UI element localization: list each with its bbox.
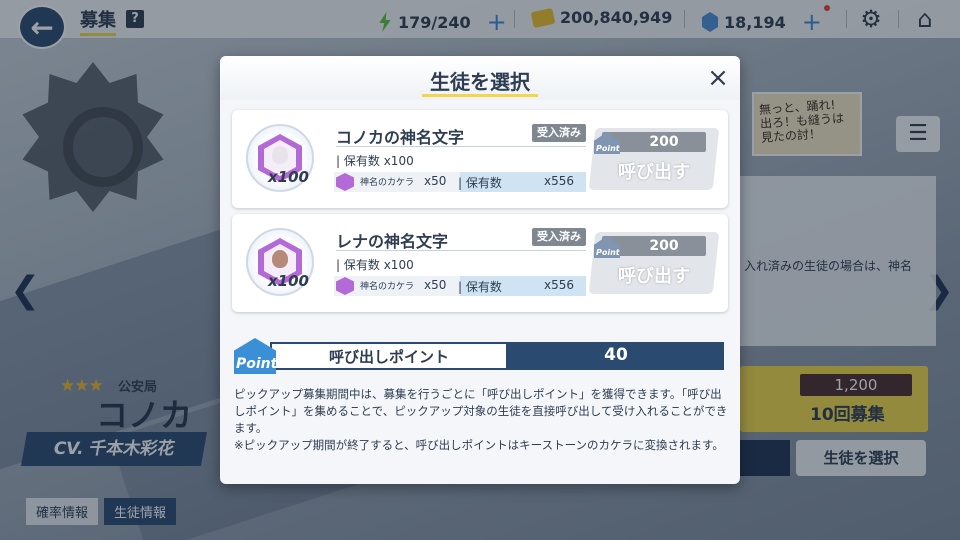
student-card: x100 レナの神名文字 受入済み | 保有数 x100 神名のカケラ x50 … bbox=[232, 214, 728, 312]
modal-title: 生徒を選択 bbox=[430, 70, 530, 94]
eligma-icon bbox=[336, 173, 354, 191]
description-text: ピックアップ募集期間中は、募集を行うごとに「呼び出しポイント」を獲得できます。「… bbox=[234, 386, 728, 454]
item-name: コノカの神名文字 bbox=[336, 128, 465, 147]
point-value: 40 bbox=[604, 345, 628, 365]
owned-count: | 保有数 x100 bbox=[336, 258, 414, 272]
item-quantity: x100 bbox=[268, 168, 309, 186]
eligma-owned-text: 保有数 bbox=[465, 176, 502, 190]
point-tag: Point bbox=[596, 144, 620, 153]
student-portrait bbox=[272, 250, 288, 268]
eligma-row: 神名のカケラ x50 | 保有数 x556 bbox=[334, 276, 586, 296]
call-cost: 200 bbox=[649, 238, 679, 254]
title-underline bbox=[422, 94, 538, 97]
eligma-owned-text: 保有数 bbox=[465, 280, 502, 294]
eligma-value: x50 bbox=[424, 174, 447, 188]
item-name: レナの神名文字 bbox=[336, 232, 449, 251]
description-line: ピックアップ募集期間中は、募集を行うごとに「呼び出しポイント」を獲得できます。「… bbox=[234, 387, 722, 401]
student-card: x100 コノカの神名文字 受入済み | 保有数 x100 神名のカケラ x50… bbox=[232, 110, 728, 208]
student-portrait bbox=[272, 146, 288, 164]
point-label: 呼び出しポイント bbox=[328, 348, 449, 366]
owned-value: x100 bbox=[383, 154, 414, 168]
eligma-owned-label: | 保有数 bbox=[458, 176, 502, 190]
eligma-row: 神名のカケラ x50 | 保有数 x556 bbox=[334, 172, 586, 192]
call-label: 呼び出す bbox=[618, 162, 690, 183]
eligma-owned-value: x556 bbox=[544, 278, 575, 292]
point-tag: Point bbox=[596, 248, 620, 257]
call-label: 呼び出す bbox=[618, 266, 690, 287]
close-icon[interactable]: × bbox=[704, 64, 732, 92]
call-point-bar: 呼び出しポイント 40 Point bbox=[234, 338, 724, 374]
description-line: ※ピックアップ期間が終了すると、呼び出しポイントはキーストーンのカケラに変換され… bbox=[234, 438, 724, 452]
eligma-owned-label: | 保有数 bbox=[458, 280, 502, 294]
owned-label: 保有数 bbox=[343, 258, 380, 272]
divider bbox=[336, 250, 586, 251]
description-line: しポイント」を集めることで、ピックアップ対象の生徒を直接呼び出して受け入れること… bbox=[234, 404, 728, 418]
owned-label: 保有数 bbox=[343, 154, 380, 168]
description-line: ます。 bbox=[234, 421, 268, 435]
point-tag: Point bbox=[236, 356, 278, 372]
owned-value: x100 bbox=[383, 258, 414, 272]
eligma-owned-value: x556 bbox=[544, 174, 575, 188]
eligma-label: 神名のカケラ bbox=[360, 282, 415, 292]
item-quantity: x100 bbox=[268, 272, 309, 290]
eligma-label: 神名のカケラ bbox=[360, 178, 415, 188]
divider bbox=[336, 146, 586, 147]
eligma-value: x50 bbox=[424, 278, 447, 292]
received-badge: 受入済み bbox=[532, 228, 586, 246]
received-badge: 受入済み bbox=[532, 124, 586, 142]
call-cost: 200 bbox=[649, 134, 679, 150]
select-student-modal: 生徒を選択 × x100 コノカの神名文字 受入済み | 保有数 x100 神名… bbox=[220, 56, 740, 484]
eligma-icon bbox=[336, 277, 354, 295]
owned-count: | 保有数 x100 bbox=[336, 154, 414, 168]
